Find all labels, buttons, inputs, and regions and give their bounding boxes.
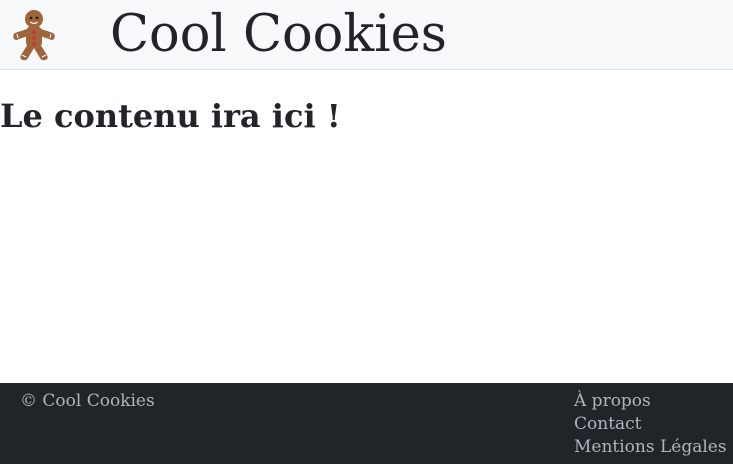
footer-link-contact[interactable]: Contact [574, 414, 642, 434]
footer-link-item: Contact [574, 413, 727, 436]
footer-links: À propos Contact Mentions Légales [574, 390, 727, 459]
gingerbread-man-icon[interactable] [11, 9, 57, 61]
footer-link-about[interactable]: À propos [574, 391, 651, 411]
site-footer: © Cool Cookies À propos Contact Mentions… [0, 383, 733, 464]
footer-link-item: À propos [574, 390, 727, 413]
main-content: Le contenu ira ici ! [0, 71, 733, 383]
content-heading: Le contenu ira ici ! [0, 97, 341, 135]
copyright-text: © Cool Cookies [20, 391, 155, 411]
site-title: Cool Cookies [110, 5, 447, 64]
site-header: Cool Cookies [0, 0, 733, 70]
footer-link-legal[interactable]: Mentions Légales [574, 437, 727, 457]
footer-link-item: Mentions Légales [574, 436, 727, 459]
